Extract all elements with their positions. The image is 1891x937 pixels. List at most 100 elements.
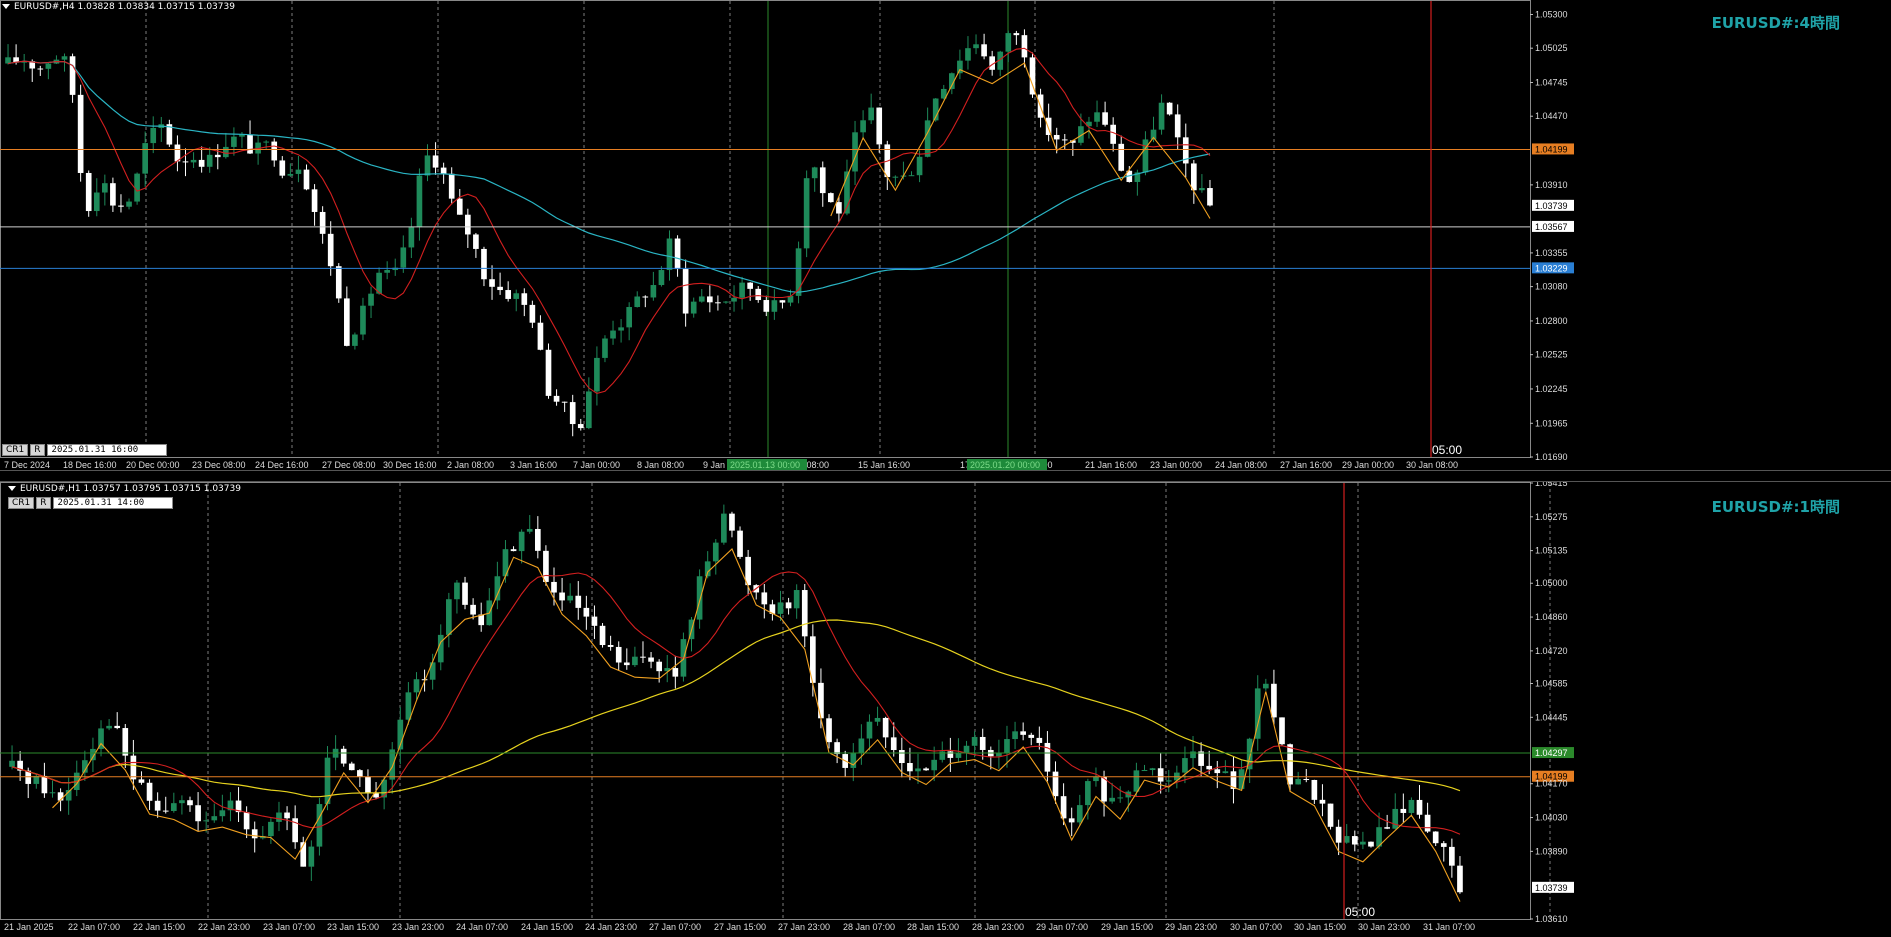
- candle-body-52: [424, 155, 431, 176]
- candle-body-147: [1191, 163, 1197, 191]
- candle-body-78: [640, 656, 646, 658]
- candle-body-80: [650, 285, 657, 298]
- candle-body-68: [559, 592, 565, 601]
- candle-body-72: [591, 616, 598, 626]
- time-label-9: 24 Jan 23:00: [585, 922, 637, 932]
- h1-crosshair-box: CR1 R 2025.01.31 14:00: [8, 497, 173, 509]
- candle-body-60: [494, 576, 501, 601]
- candle-body-135: [1094, 112, 1100, 122]
- candle-body-75: [610, 330, 616, 339]
- cr1-button[interactable]: CR1: [2, 444, 29, 456]
- h1-chart-pane[interactable]: 05:00 1.05415 1.05275 1.05135 1.05000 1.04860…: [0, 482, 1891, 937]
- candle-body-104: [850, 752, 857, 768]
- price-label-12: 1.03890: [1535, 846, 1568, 856]
- candle-body-80: [656, 661, 662, 672]
- candle-body-132: [1076, 805, 1083, 823]
- plot-frame: [0, 0, 1531, 458]
- candle-body-71: [577, 424, 584, 429]
- candle-body-65: [534, 528, 541, 551]
- price-label-12: 1.02525: [1535, 350, 1568, 360]
- time-tag-1: 2025.01.20 00:00: [970, 460, 1040, 470]
- collapse-triangle-icon[interactable]: [8, 486, 16, 491]
- candle-body-160: [1303, 779, 1310, 781]
- candle-body-102: [834, 742, 840, 755]
- candle-body-18: [150, 127, 157, 144]
- candle-body-49: [400, 247, 407, 268]
- candle-body-17: [146, 782, 153, 801]
- candle-body-43: [352, 334, 358, 346]
- r-button[interactable]: R: [30, 444, 45, 456]
- candle-body-90: [737, 530, 743, 557]
- candle-body-139: [1133, 770, 1140, 792]
- candle-body-58: [473, 234, 479, 249]
- time-label-5: 27 Dec 08:00: [322, 460, 376, 470]
- candle-body-75: [615, 646, 622, 663]
- candle-body-114: [924, 120, 931, 157]
- candle-body-22: [182, 161, 189, 163]
- h4-chart-pane[interactable]: 05:00 1.05300 1.05025 1.04745 1.04470 1.04199…: [0, 0, 1891, 470]
- candle-body-177: [1440, 843, 1447, 847]
- candle-body-141: [1149, 768, 1156, 771]
- candle-body-173: [1408, 799, 1415, 813]
- time-label-0: 7 Dec 2024: [4, 460, 50, 470]
- candle-body-69: [561, 401, 568, 403]
- candle-body-94: [763, 300, 770, 312]
- candle-body-30: [247, 134, 253, 154]
- candle-body-117: [955, 753, 962, 758]
- cr1-button[interactable]: CR1: [8, 497, 35, 509]
- candle-body-145: [1182, 758, 1188, 773]
- candle-body-119: [971, 736, 978, 746]
- candle-body-23: [195, 805, 201, 822]
- candle-body-68: [553, 395, 560, 402]
- time-label-10: 8 Jan 08:00: [637, 460, 684, 470]
- candle-body-24: [198, 159, 205, 167]
- candle-body-33: [271, 141, 278, 161]
- candle-body-149: [1214, 769, 1221, 774]
- time-label-20: 29 Jan 00:00: [1342, 460, 1394, 470]
- candle-body-129: [1052, 771, 1059, 797]
- candle-body-120: [973, 44, 979, 49]
- time-label-11: 27 Jan 15:00: [714, 922, 766, 932]
- candle-body-76: [618, 327, 624, 331]
- candle-body-57: [470, 604, 476, 615]
- candle-body-87: [707, 296, 713, 303]
- price-label-15: 1.01690: [1535, 452, 1568, 462]
- candle-body-40: [327, 233, 334, 267]
- time-label-17: 29 Jan 15:00: [1101, 922, 1153, 932]
- candle-body-136: [1102, 112, 1108, 125]
- candle-body-110: [898, 750, 905, 764]
- candle-body-124: [1012, 731, 1018, 740]
- candle-body-143: [1158, 102, 1165, 130]
- pane-divider[interactable]: [0, 470, 1891, 482]
- candle-body-61: [497, 286, 503, 291]
- candle-body-170: [1384, 827, 1390, 829]
- candle-body-101: [819, 167, 826, 194]
- collapse-triangle-icon[interactable]: [2, 4, 10, 9]
- candle-body-65: [529, 304, 536, 323]
- time-label-1: 22 Jan 07:00: [68, 922, 120, 932]
- price-label-6: 1.04585: [1535, 678, 1568, 688]
- candle-body-147: [1198, 751, 1204, 766]
- candle-body-176: [1432, 831, 1439, 844]
- candle-body-60: [489, 279, 495, 287]
- h1-chart-canvas[interactable]: 05:00 1.05415 1.05275 1.05135 1.05000 1.04860…: [0, 482, 1891, 937]
- candle-body-110: [892, 176, 899, 178]
- candle-body-43: [357, 770, 363, 777]
- candle-body-88: [715, 302, 721, 304]
- candle-body-12: [102, 183, 108, 193]
- candle-body-137: [1117, 797, 1124, 799]
- candle-body-83: [674, 238, 681, 270]
- candle-body-21: [179, 800, 185, 804]
- candle-body-57: [465, 214, 471, 235]
- candle-body-63: [513, 293, 520, 299]
- r-button[interactable]: R: [36, 497, 51, 509]
- candle-body-32: [268, 821, 274, 837]
- candle-body-138: [1118, 143, 1125, 171]
- candle-body-5: [45, 63, 52, 69]
- candle-body-172: [1400, 808, 1407, 813]
- h4-chart-canvas[interactable]: 05:00 1.05300 1.05025 1.04745 1.04470 1.04199…: [0, 0, 1891, 470]
- price-label-10: 1.04170: [1535, 779, 1568, 789]
- time-label-4: 23 Jan 07:00: [263, 922, 315, 932]
- candle-body-17: [142, 143, 148, 174]
- candle-body-29: [243, 812, 250, 830]
